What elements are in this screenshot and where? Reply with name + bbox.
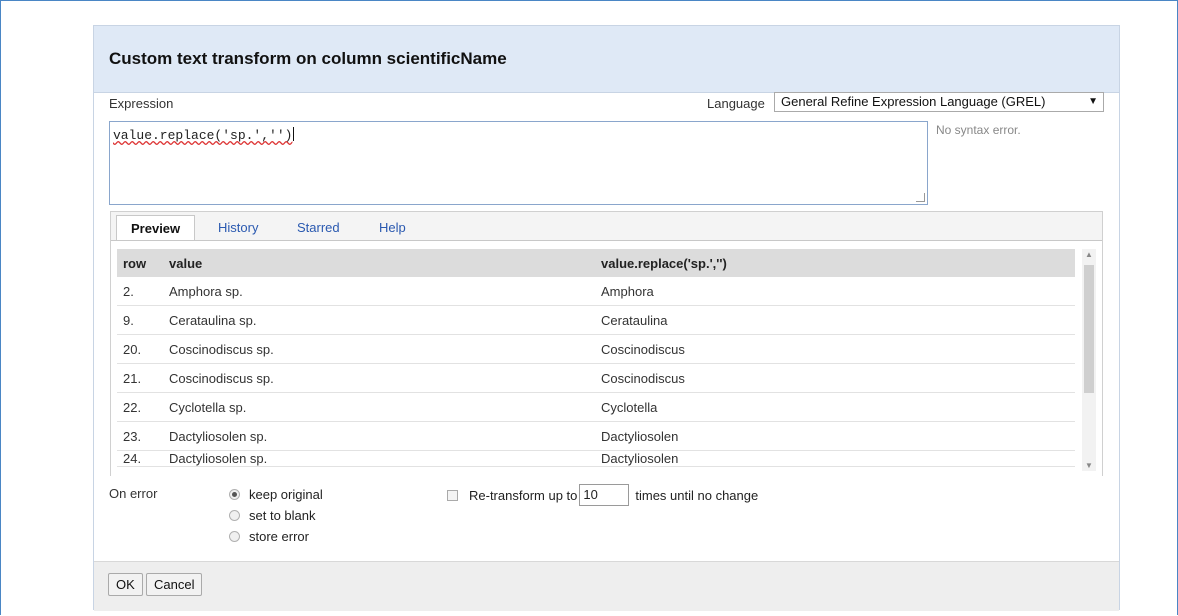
radio-keep-original[interactable]: keep original bbox=[229, 484, 323, 505]
row-value: Coscinodiscus sp. bbox=[163, 334, 595, 364]
row-result: Coscinodiscus bbox=[595, 334, 1075, 364]
retransform-label-before: Re-transform up to bbox=[469, 487, 578, 503]
tab-bar: Preview History Starred Help bbox=[111, 212, 1102, 240]
syntax-status: No syntax error. bbox=[936, 123, 1021, 137]
row-result: Cerataulina bbox=[595, 305, 1075, 335]
retransform-times-input[interactable]: 10 bbox=[579, 484, 630, 506]
dialog-title: Custom text transform on column scientif… bbox=[109, 49, 507, 68]
row-value: Dactyliosolen sp. bbox=[163, 450, 595, 467]
tab-starred[interactable]: Starred bbox=[297, 215, 340, 240]
table-row: 20. Coscinodiscus sp. Coscinodiscus bbox=[117, 334, 1075, 364]
language-label: Language bbox=[707, 96, 765, 111]
row-result: Coscinodiscus bbox=[595, 363, 1075, 393]
row-number: 21. bbox=[117, 363, 163, 393]
scrollbar-thumb[interactable] bbox=[1084, 265, 1094, 393]
language-select[interactable]: General Refine Expression Language (GREL… bbox=[774, 92, 1104, 112]
radio-button[interactable] bbox=[229, 510, 240, 521]
preview-table: row value value.replace('sp.','') 2. Amp… bbox=[117, 249, 1075, 467]
preview-scrollbar[interactable]: ▲ ▼ bbox=[1082, 249, 1096, 471]
row-result: Dactyliosolen bbox=[595, 450, 1075, 467]
column-header-row: row bbox=[117, 249, 163, 277]
column-header-result: value.replace('sp.','') bbox=[595, 249, 1075, 277]
row-result: Amphora bbox=[595, 277, 1075, 306]
tab-preview[interactable]: Preview bbox=[116, 215, 196, 240]
row-number: 22. bbox=[117, 392, 163, 422]
radio-set-to-blank[interactable]: set to blank bbox=[229, 505, 323, 526]
radio-button-checked[interactable] bbox=[229, 489, 240, 500]
table-row: 21. Coscinodiscus sp. Coscinodiscus bbox=[117, 363, 1075, 393]
dialog-footer: OK Cancel bbox=[94, 561, 1119, 611]
row-result: Cyclotella bbox=[595, 392, 1075, 422]
row-value: Coscinodiscus sp. bbox=[163, 363, 595, 393]
row-number: 9. bbox=[117, 305, 163, 335]
row-result: Dactyliosolen bbox=[595, 421, 1075, 451]
radio-label: keep original bbox=[249, 487, 323, 502]
expression-label: Expression bbox=[109, 96, 174, 111]
dialog-header: Custom text transform on column scientif… bbox=[94, 26, 1119, 93]
expression-input[interactable]: value.replace('sp.','') bbox=[109, 121, 928, 205]
on-error-label: On error bbox=[109, 486, 158, 501]
table-header-row: row value value.replace('sp.','') bbox=[117, 249, 1075, 277]
radio-label: set to blank bbox=[249, 508, 316, 523]
row-value: Amphora sp. bbox=[163, 277, 595, 306]
custom-transform-dialog: Custom text transform on column scientif… bbox=[93, 25, 1120, 611]
scroll-down-arrow-icon[interactable]: ▼ bbox=[1085, 461, 1093, 470]
table-row: 24. Dactyliosolen sp. Dactyliosolen bbox=[117, 450, 1075, 467]
text-caret bbox=[293, 127, 295, 141]
preview-panel: row value value.replace('sp.','') 2. Amp… bbox=[111, 240, 1102, 476]
column-header-value: value bbox=[163, 249, 595, 277]
tabs-container: Preview History Starred Help row value v… bbox=[110, 211, 1103, 476]
resize-handle-icon[interactable] bbox=[916, 193, 925, 202]
ok-button[interactable]: OK bbox=[108, 573, 143, 596]
table-row: 22. Cyclotella sp. Cyclotella bbox=[117, 392, 1075, 422]
cancel-button[interactable]: Cancel bbox=[146, 573, 203, 596]
table-row: 23. Dactyliosolen sp. Dactyliosolen bbox=[117, 421, 1075, 451]
tab-help[interactable]: Help bbox=[379, 215, 406, 240]
radio-store-error[interactable]: store error bbox=[229, 526, 323, 547]
row-value: Dactyliosolen sp. bbox=[163, 421, 595, 451]
table-row: 9. Cerataulina sp. Cerataulina bbox=[117, 305, 1075, 335]
retransform-option: Re-transform up to 10 times until no cha… bbox=[447, 484, 758, 506]
row-number: 20. bbox=[117, 334, 163, 364]
row-value: Cerataulina sp. bbox=[163, 305, 595, 335]
retransform-checkbox[interactable] bbox=[447, 489, 458, 501]
row-number: 24. bbox=[117, 450, 163, 467]
expression-text: value.replace('sp.','') bbox=[113, 128, 293, 143]
dropdown-arrow-icon: ▼ bbox=[1088, 96, 1098, 107]
retransform-label-after: times until no change bbox=[635, 487, 759, 503]
row-number: 23. bbox=[117, 421, 163, 451]
scroll-up-arrow-icon[interactable]: ▲ bbox=[1085, 250, 1093, 259]
row-number: 2. bbox=[117, 277, 163, 306]
radio-label: store error bbox=[249, 529, 309, 544]
radio-button[interactable] bbox=[229, 531, 240, 542]
language-selected-value: General Refine Expression Language (GREL… bbox=[781, 94, 1046, 109]
tab-history[interactable]: History bbox=[218, 215, 258, 240]
on-error-options: keep original set to blank store error bbox=[229, 484, 323, 547]
table-row: 2. Amphora sp. Amphora bbox=[117, 277, 1075, 306]
row-value: Cyclotella sp. bbox=[163, 392, 595, 422]
